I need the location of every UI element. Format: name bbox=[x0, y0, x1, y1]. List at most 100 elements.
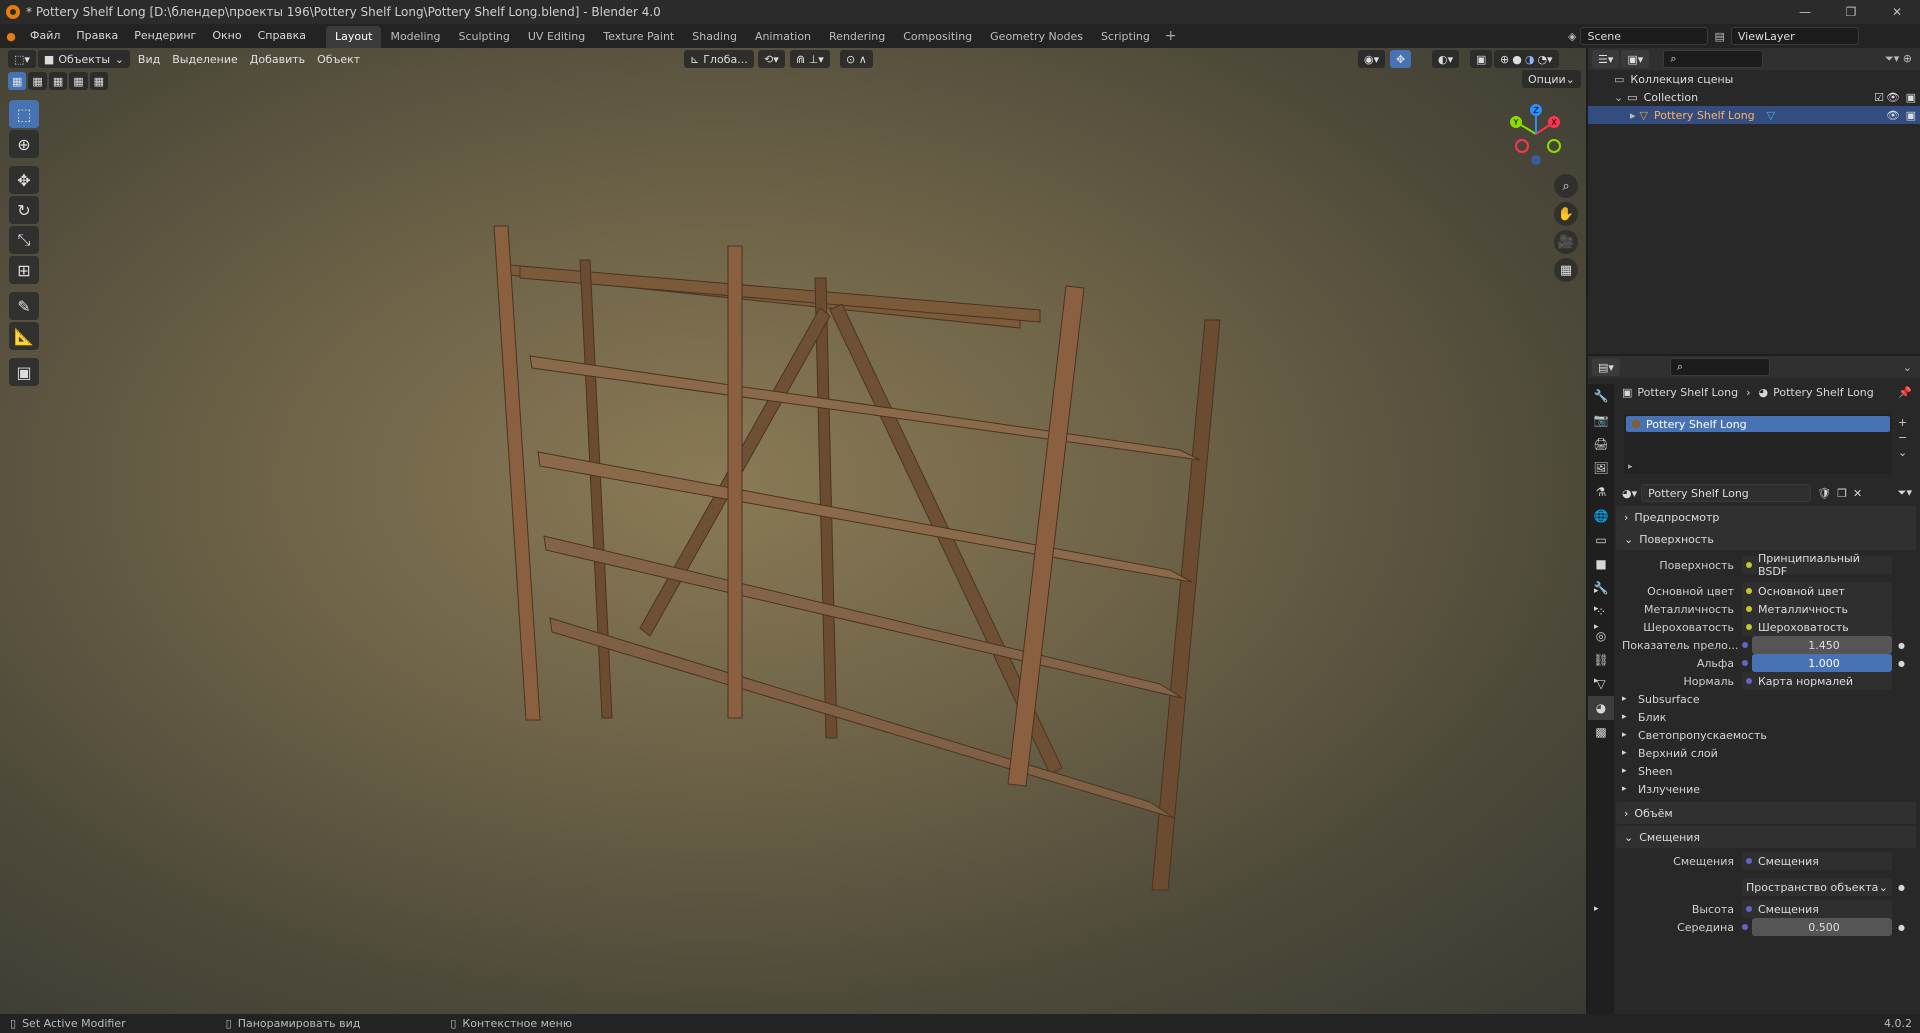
zoom-icon[interactable]: ⌕ bbox=[1554, 174, 1578, 198]
pan-hand-icon[interactable]: ✋ bbox=[1554, 202, 1578, 226]
output-tab-icon[interactable]: 🖨 bbox=[1588, 432, 1614, 456]
select-extend-icon[interactable]: ▦ bbox=[28, 72, 47, 90]
menu-render[interactable]: Рендеринг bbox=[126, 24, 204, 48]
scene-field[interactable]: Scene bbox=[1580, 27, 1709, 45]
measure-tool[interactable]: 📐 bbox=[9, 322, 39, 350]
add-cube-tool[interactable]: ▣ bbox=[9, 358, 39, 386]
metallic-value[interactable]: Металличность bbox=[1742, 600, 1892, 618]
rendered-shading-icon[interactable]: ◔▾ bbox=[1537, 53, 1552, 66]
material-shading-icon[interactable]: ◑ bbox=[1525, 53, 1535, 66]
material-browse-icon[interactable]: ◕▾ bbox=[1622, 487, 1637, 500]
close-button[interactable]: ✕ bbox=[1874, 0, 1920, 24]
subpanel-subsurface[interactable]: ▸ Subsurface bbox=[1622, 690, 1912, 708]
scene-tab-icon[interactable]: ⚗ bbox=[1588, 480, 1614, 504]
view-layer-field[interactable]: ViewLayer bbox=[1730, 27, 1859, 45]
pivot-point-button[interactable]: ⟲▾ bbox=[758, 50, 785, 68]
transform-orientation-select[interactable]: ⊾ Глоба... bbox=[684, 50, 754, 68]
keyframe-dot-icon[interactable]: ● bbox=[1898, 923, 1905, 932]
unlink-icon[interactable]: ✕ bbox=[1853, 487, 1862, 500]
blender-menu-icon[interactable]: ● bbox=[0, 30, 22, 43]
gizmo-neg-x[interactable] bbox=[1515, 139, 1529, 153]
select-box-tool[interactable]: ⬚ bbox=[9, 100, 39, 128]
expand-arrow-icon[interactable]: ▸ bbox=[1594, 622, 1599, 632]
remove-slot-icon[interactable]: − bbox=[1898, 431, 1907, 444]
minimize-button[interactable]: — bbox=[1782, 0, 1828, 24]
tab-modeling[interactable]: Modeling bbox=[381, 26, 449, 48]
world-tab-icon[interactable]: 🌐 bbox=[1588, 504, 1614, 528]
maximize-button[interactable]: ❐ bbox=[1828, 0, 1874, 24]
ior-field[interactable]: 1.450 bbox=[1752, 636, 1892, 654]
visibility-button[interactable]: ◉▾ bbox=[1358, 50, 1386, 68]
tool-tab-icon[interactable]: 🔧 bbox=[1588, 384, 1614, 408]
mode-select[interactable]: ■ Объекты ⌄ bbox=[37, 50, 130, 68]
disclosure-closed-icon[interactable]: ▸ bbox=[1630, 109, 1636, 122]
space-select[interactable]: Пространство объекта ⌄ bbox=[1742, 878, 1892, 896]
object-row[interactable]: ▸ ▽ Pottery Shelf Long ▽ 👁 ▣ bbox=[1588, 106, 1920, 124]
view-layer-tab-icon[interactable]: 🖼 bbox=[1588, 456, 1614, 480]
editor-type-button[interactable]: ⬚▾ bbox=[8, 50, 36, 68]
expand-arrow-icon[interactable]: ▸ bbox=[1594, 904, 1599, 914]
navigation-gizmo[interactable]: X Y Z bbox=[1502, 100, 1570, 168]
base-color-value[interactable]: Основной цвет bbox=[1742, 582, 1892, 600]
subpanel-specular[interactable]: ▸ Блик bbox=[1622, 708, 1912, 726]
properties-editor-type[interactable]: ▤▾ bbox=[1592, 358, 1620, 376]
menu-object[interactable]: Объект bbox=[311, 53, 366, 66]
tab-sculpting[interactable]: Sculpting bbox=[450, 26, 519, 48]
menu-help[interactable]: Справка bbox=[250, 24, 314, 48]
gizmo-neg-z[interactable] bbox=[1531, 155, 1541, 165]
menu-view[interactable]: Вид bbox=[132, 53, 166, 66]
collection-row[interactable]: ⌄ ▭ Collection ☑ 👁 ▣ bbox=[1588, 88, 1920, 106]
select-invert-icon[interactable]: ▦ bbox=[69, 72, 88, 90]
material-name-field[interactable]: Pottery Shelf Long bbox=[1641, 484, 1812, 502]
expand-arrow-icon[interactable]: ▸ bbox=[1594, 604, 1599, 614]
gizmo-neg-y[interactable] bbox=[1547, 139, 1561, 153]
tab-compositing[interactable]: Compositing bbox=[894, 26, 981, 48]
tab-rendering[interactable]: Rendering bbox=[820, 26, 894, 48]
pottery-shelf-model[interactable] bbox=[480, 198, 1260, 958]
particles-tab-icon[interactable]: ⁘ bbox=[1588, 600, 1614, 624]
normal-value[interactable]: Карта нормалей bbox=[1742, 672, 1892, 690]
scene-collection-row[interactable]: ▭ Коллекция сцены bbox=[1588, 70, 1920, 88]
transform-tool[interactable]: ⊞ bbox=[9, 256, 39, 284]
overlay-button[interactable]: ◐▾ bbox=[1432, 50, 1460, 68]
fake-user-icon[interactable]: 🛡 bbox=[1817, 487, 1831, 500]
solid-shading-icon[interactable]: ● bbox=[1512, 53, 1522, 66]
tab-animation[interactable]: Animation bbox=[746, 26, 820, 48]
subpanel-sheen[interactable]: ▸ Sheen bbox=[1622, 762, 1912, 780]
disclosure-open-icon[interactable]: ⌄ bbox=[1614, 91, 1623, 104]
move-tool[interactable]: ✥ bbox=[9, 166, 39, 194]
filter-icon[interactable]: ⏷▾ ⊕ bbox=[1885, 52, 1912, 66]
physics-tab-icon[interactable]: ◎ bbox=[1588, 624, 1614, 648]
tab-uv-editing[interactable]: UV Editing bbox=[519, 26, 594, 48]
eye-icon[interactable]: 👁 bbox=[1886, 91, 1900, 104]
material-slot-item[interactable]: Pottery Shelf Long bbox=[1626, 416, 1890, 432]
tab-geometry-nodes[interactable]: Geometry Nodes bbox=[981, 26, 1092, 48]
displacement-panel-header[interactable]: ⌄ Смещения bbox=[1616, 826, 1916, 848]
keyframe-dot-icon[interactable]: ● bbox=[1898, 659, 1905, 668]
pin-icon[interactable]: 📌 bbox=[1898, 386, 1912, 399]
alpha-field[interactable]: 1.000 bbox=[1752, 654, 1892, 672]
height-value[interactable]: Смещения bbox=[1742, 900, 1892, 918]
3d-viewport[interactable]: ⬚▾ ■ Объекты ⌄ Вид Выделение Добавить Объе… bbox=[0, 48, 1586, 1014]
eye-icon[interactable]: 👁 bbox=[1886, 109, 1900, 122]
add-slot-icon[interactable]: + bbox=[1898, 416, 1907, 429]
duplicate-icon[interactable]: ❐ bbox=[1837, 487, 1847, 500]
menu-window[interactable]: Окно bbox=[204, 24, 249, 48]
menu-edit[interactable]: Правка bbox=[68, 24, 126, 48]
scale-tool[interactable]: ⤡ bbox=[9, 226, 39, 254]
keyframe-dot-icon[interactable]: ● bbox=[1898, 883, 1905, 892]
display-mode-button[interactable]: ▣▾ bbox=[1621, 50, 1650, 68]
material-tab-icon[interactable]: ◕ bbox=[1588, 696, 1614, 720]
camera-icon[interactable]: ▣ bbox=[1906, 91, 1916, 104]
tab-texture-paint[interactable]: Texture Paint bbox=[594, 26, 683, 48]
cursor-tool[interactable]: ⊕ bbox=[9, 130, 39, 158]
subpanel-coat[interactable]: ▸ Верхний слой bbox=[1622, 744, 1912, 762]
properties-search-input[interactable]: ⌕ bbox=[1669, 358, 1770, 376]
texture-tab-icon[interactable]: ▩ bbox=[1588, 720, 1614, 744]
midlevel-field[interactable]: 0.500 bbox=[1752, 918, 1892, 936]
collection-tab-icon[interactable]: ▭ bbox=[1588, 528, 1614, 552]
preview-panel-header[interactable]: › Предпросмотр bbox=[1616, 506, 1916, 528]
orthographic-grid-icon[interactable]: ▦ bbox=[1554, 258, 1578, 282]
proportional-edit-button[interactable]: ⊙ ∧ bbox=[840, 50, 873, 68]
camera-view-icon[interactable]: 🎥 bbox=[1554, 230, 1578, 254]
